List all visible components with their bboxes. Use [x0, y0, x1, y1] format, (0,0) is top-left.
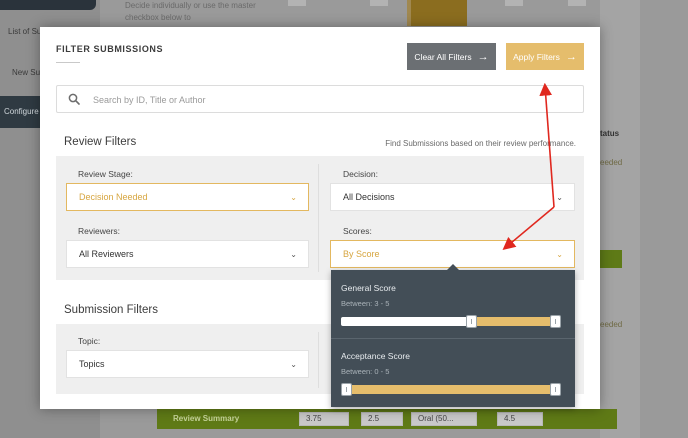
summary-cell: Oral (50... — [411, 412, 477, 426]
background-chip — [288, 0, 306, 6]
chevron-down-icon: ⌄ — [556, 193, 563, 202]
topic-label: Topic: — [78, 336, 101, 346]
chevron-down-icon: ⌄ — [290, 360, 297, 369]
search-field[interactable] — [56, 85, 584, 113]
review-stage-select[interactable]: Decision Needed ⌄ — [66, 183, 309, 211]
chevron-down-icon: ⌄ — [290, 193, 297, 202]
arrow-right-icon: → — [477, 50, 489, 63]
clear-all-filters-button[interactable]: Clear All Filters → — [407, 43, 496, 70]
apply-button-label: Apply Filters — [513, 51, 560, 62]
topic-select[interactable]: Topics ⌄ — [66, 350, 309, 378]
review-stage-label: Review Stage: — [78, 169, 133, 179]
title-underline — [56, 62, 80, 63]
status-green-block — [600, 250, 622, 268]
review-filters-panel: Review Filters Find Submissions based on… — [56, 126, 584, 280]
slider-handle-min[interactable] — [341, 383, 352, 396]
search-input[interactable] — [93, 92, 563, 108]
column-divider — [318, 164, 319, 272]
scores-label: Scores: — [343, 226, 372, 236]
review-stage-value: Decision Needed — [79, 192, 148, 202]
review-summary-label: Review Summary — [173, 414, 240, 423]
dropdown-divider — [331, 338, 575, 339]
reviewers-label: Reviewers: — [78, 226, 121, 236]
background-status-column — [600, 0, 640, 438]
apply-filters-button[interactable]: Apply Filters → — [506, 43, 584, 70]
background-card — [407, 0, 467, 26]
slider-handle-max[interactable] — [550, 383, 561, 396]
slider-handle-max[interactable] — [550, 315, 561, 328]
background-chip — [505, 0, 523, 6]
status-label: eeded — [600, 158, 623, 167]
score-dropdown: General Score Between: 3 - 5 Acceptance … — [331, 264, 575, 407]
summary-cell: 2.5 — [361, 412, 403, 426]
reviewers-value: All Reviewers — [79, 249, 134, 259]
decision-label: Decision: — [343, 169, 378, 179]
submission-filters-title: Submission Filters — [64, 304, 158, 316]
slider-fill — [471, 317, 556, 326]
background-description: Decide individually or use the master ch… — [125, 1, 256, 22]
sidebar-item-label: Configure — [4, 107, 39, 116]
column-divider — [318, 332, 319, 388]
status-label: eeded — [600, 320, 623, 329]
sidebar-top-block — [0, 0, 96, 10]
topic-value: Topics — [79, 359, 105, 369]
summary-cell: 4.5 — [497, 412, 543, 426]
background-chip — [568, 0, 586, 6]
acceptance-score-range: Between: 0 - 5 — [341, 367, 390, 376]
review-filters-header: Review Filters Find Submissions based on… — [56, 126, 584, 156]
decision-value: All Decisions — [343, 192, 395, 202]
acceptance-score-slider[interactable] — [341, 383, 561, 396]
decision-select[interactable]: All Decisions ⌄ — [330, 183, 575, 211]
slider-handle-min[interactable] — [466, 315, 478, 328]
arrow-right-icon: → — [565, 50, 577, 63]
general-score-range: Between: 3 - 5 — [341, 299, 390, 308]
slider-fill — [346, 385, 556, 394]
scores-value: By Score — [343, 249, 380, 259]
status-header: tatus — [600, 129, 620, 138]
chevron-down-icon: ⌄ — [290, 250, 297, 259]
review-filters-hint: Find Submissions based on their review p… — [385, 139, 576, 148]
general-score-label: General Score — [341, 283, 396, 293]
chevron-down-icon: ⌄ — [556, 250, 563, 259]
review-filters-title: Review Filters — [64, 136, 137, 148]
reviewers-select[interactable]: All Reviewers ⌄ — [66, 240, 309, 268]
acceptance-score-label: Acceptance Score — [341, 351, 410, 361]
search-icon — [68, 93, 80, 105]
general-score-slider[interactable] — [341, 315, 561, 328]
background-chip — [370, 0, 388, 6]
modal-title: FILTER SUBMISSIONS — [56, 44, 164, 54]
clear-button-label: Clear All Filters — [414, 51, 472, 62]
summary-cell: 3.75 — [299, 412, 349, 426]
